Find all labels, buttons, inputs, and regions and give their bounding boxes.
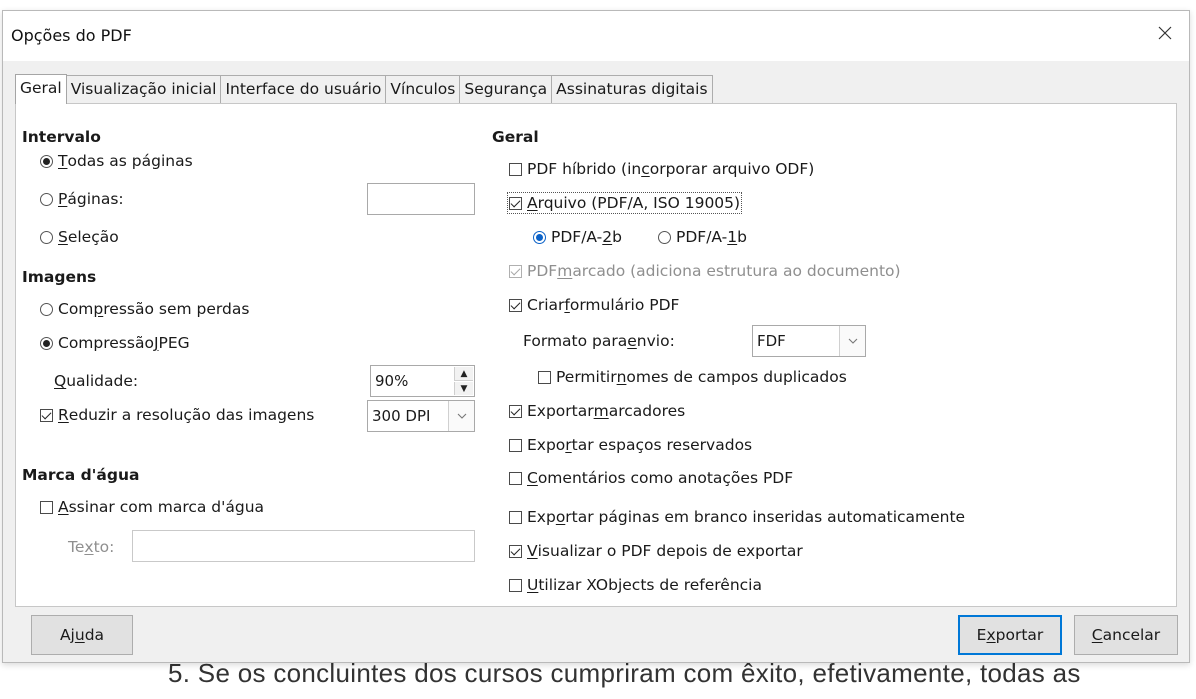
tab-visualizacao-inicial[interactable]: Visualização inicial (65, 75, 222, 103)
title-bar: Opções do PDF (3, 11, 1189, 61)
reduce-resolution-checkbox[interactable]: Reduzir a resolução das imagens (40, 406, 314, 424)
pdfa-1b-radio[interactable]: PDF/A- 1 b (658, 228, 747, 246)
export-placeholders-checkbox[interactable]: Expo r tar espaços reservados (509, 436, 752, 454)
images-section-title: Imagens (22, 268, 97, 286)
help-button[interactable]: Aj u da (31, 615, 133, 655)
checkbox-indicator (509, 438, 522, 452)
use-reference-xobjects-checkbox[interactable]: Utilizar XObjects de referência (509, 576, 762, 594)
close-button[interactable] (1149, 20, 1181, 50)
pdfa-archive-checkbox[interactable]: Arquivo (PDF/A, ISO 19005) (506, 192, 743, 214)
checkbox-indicator (509, 471, 522, 485)
tab-bar: Geral Visualização inicial Interface do … (15, 74, 713, 104)
checkbox-indicator (538, 370, 551, 384)
export-button[interactable]: Ex portar (958, 615, 1062, 655)
watermark-text-label: Te x to: (68, 538, 115, 556)
tab-geral[interactable]: Geral (15, 74, 67, 104)
radio-indicator (40, 154, 53, 168)
dialog-title: Opções do PDF (11, 26, 132, 45)
checkbox-indicator (509, 544, 522, 558)
quality-label: Qualidade: (54, 372, 139, 390)
resolution-dropdown[interactable]: 300 DPI (367, 400, 475, 432)
quality-value: 90% (375, 372, 409, 390)
tab-seguranca[interactable]: Segurança (459, 75, 553, 103)
radio-indicator (40, 192, 53, 206)
sign-watermark-checkbox[interactable]: Assinar com marca d'água (40, 498, 264, 516)
all-pages-radio[interactable]: Todas as páginas (40, 152, 193, 170)
background-document-text: 5. Se os concluintes dos cursos cumprira… (168, 658, 1081, 688)
checkbox-indicator (509, 578, 522, 592)
resolution-value: 300 DPI (372, 407, 431, 425)
checkbox-indicator (509, 404, 522, 418)
submit-format-value: FDF (757, 332, 786, 350)
spin-down-icon[interactable]: ▼ (454, 382, 473, 395)
radio-indicator (533, 230, 546, 244)
radio-indicator (40, 336, 53, 350)
checkbox-indicator (509, 510, 522, 524)
general-tab-panel: Intervalo Todas as páginas Páginas: Sele… (15, 103, 1177, 607)
radio-indicator (40, 230, 53, 244)
export-blank-pages-checkbox[interactable]: Exp o rtar páginas em branco inseridas aut… (509, 508, 965, 526)
quality-spinbox[interactable]: 90% ▲ ▼ (370, 365, 475, 397)
close-icon (1157, 25, 1173, 45)
checkbox-indicator (40, 408, 53, 422)
lossless-compression-radio[interactable]: Com p ressão sem perdas (40, 300, 249, 318)
tab-interface-do-usuario[interactable]: Interface do usuário (220, 75, 387, 103)
create-pdf-form-checkbox[interactable]: Criar f ormulário PDF (509, 296, 679, 314)
export-bookmarks-checkbox[interactable]: Exportar m arcadores (509, 402, 685, 420)
pdf-options-dialog: Opções do PDF Geral Visualização inicial… (2, 10, 1190, 663)
radio-indicator (40, 302, 53, 316)
range-section-title: Intervalo (22, 128, 101, 146)
submit-format-label: Formato para e nvio: (523, 332, 675, 350)
comments-as-annotations-checkbox[interactable]: Comentários como anotações PDF (509, 469, 793, 487)
submit-format-dropdown[interactable]: FDF (752, 325, 866, 357)
pages-input[interactable] (367, 183, 475, 215)
chevron-down-icon[interactable] (448, 401, 474, 431)
chevron-down-icon[interactable] (839, 326, 865, 356)
checkbox-indicator (509, 162, 522, 176)
tagged-pdf-checkbox[interactable]: PDF m arcado (adiciona estrutura ao docum… (509, 262, 901, 280)
hybrid-pdf-checkbox[interactable]: PDF híbrido (in c orporar arquivo ODF) (509, 160, 814, 178)
selection-radio[interactable]: Seleção (40, 228, 119, 246)
checkbox-indicator (509, 298, 522, 312)
checkbox-indicator (509, 264, 522, 278)
tab-vinculos[interactable]: Vínculos (385, 75, 461, 103)
checkbox-indicator (509, 196, 522, 210)
pdfa-2b-radio[interactable]: PDF/A- 2 b (533, 228, 622, 246)
general-section-title: Geral (492, 128, 539, 146)
watermark-section-title: Marca d'água (22, 466, 140, 484)
checkbox-indicator (40, 500, 53, 514)
allow-duplicate-field-names-checkbox[interactable]: Permitir n omes de campos duplicados (538, 368, 847, 386)
watermark-text-input[interactable] (132, 530, 475, 562)
pages-radio[interactable]: Páginas: (40, 190, 124, 208)
cancel-button[interactable]: Cancelar (1074, 615, 1178, 655)
radio-indicator (658, 230, 671, 244)
tab-assinaturas-digitais[interactable]: Assinaturas digitais (551, 75, 713, 103)
view-pdf-after-export-checkbox[interactable]: Visualizar o PDF depois de exportar (509, 542, 803, 560)
jpeg-compression-radio[interactable]: Compressão J PEG (40, 334, 190, 352)
